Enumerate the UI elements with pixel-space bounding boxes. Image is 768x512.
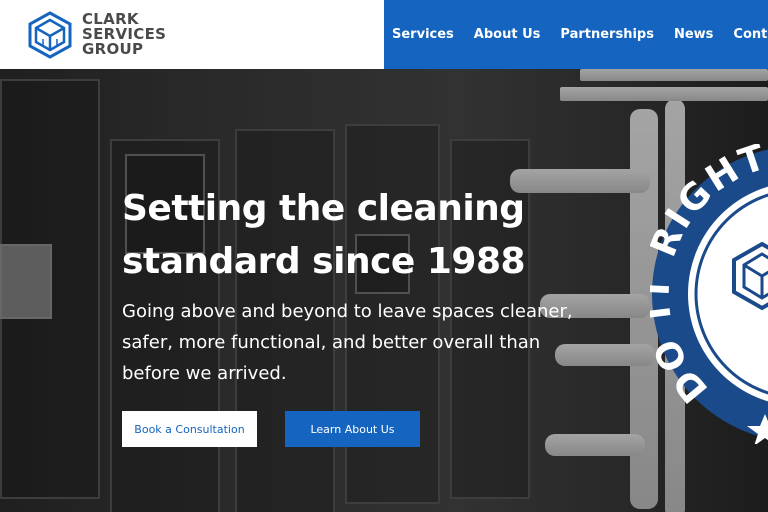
logo-line-3: GROUP (82, 40, 144, 58)
logo-link[interactable]: CLARK SERVICES GROUP (0, 0, 384, 69)
nav-item-news[interactable]: News (674, 27, 713, 42)
clark-cube-logo-icon (28, 10, 72, 59)
do-it-right-badge: DO IT RIGHT (650, 144, 768, 444)
main-nav: Services About Us Partnerships News Cont… (384, 0, 768, 69)
hero-subtitle: Going above and beyond to leave spaces c… (122, 301, 573, 384)
nav-item-about-us[interactable]: About Us (474, 27, 541, 42)
logo-wordmark: CLARK SERVICES GROUP (82, 12, 166, 57)
hero-title: Setting the cleaning standard since 1988 (122, 188, 526, 282)
book-consultation-button[interactable]: Book a Consultation (122, 411, 257, 447)
hero-section: Setting the cleaning standard since 1988… (0, 69, 768, 512)
nav-item-contact[interactable]: Contact (733, 27, 768, 42)
learn-about-us-button[interactable]: Learn About Us (285, 411, 420, 447)
nav-item-services[interactable]: Services (392, 27, 454, 42)
nav-item-partnerships[interactable]: Partnerships (560, 27, 654, 42)
